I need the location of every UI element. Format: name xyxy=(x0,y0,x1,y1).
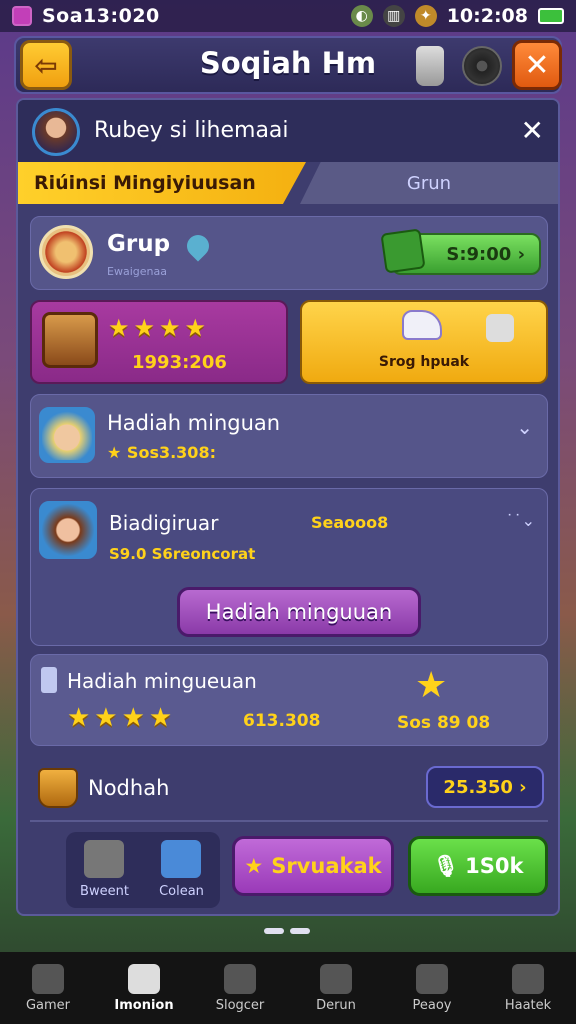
boot-icon xyxy=(486,314,514,342)
claim-weekly-button[interactable]: Hadiah minguuan xyxy=(177,587,421,637)
bucket-title: Nodhah xyxy=(88,776,170,800)
reward-chest-card[interactable]: ★★★★ 1993:206 xyxy=(30,300,288,384)
bucket-row: Nodhah 25.350 › xyxy=(30,754,548,826)
chest-icon xyxy=(42,312,98,368)
member-sub: S9.0 S6reoncorat xyxy=(109,545,256,563)
app-icon xyxy=(12,6,32,26)
bucket-icon xyxy=(38,768,78,808)
weekly2-title: Hadiah mingueuan xyxy=(67,669,257,693)
icon-tile-group: Bweent Colean xyxy=(66,832,220,908)
tab-group[interactable]: Grun xyxy=(300,162,558,204)
tile-colean-label: Colean xyxy=(159,884,204,899)
star-action-label: Srvuakak xyxy=(271,854,382,878)
tab-weekly[interactable]: Riúinsi Mingiyiuusan xyxy=(18,162,306,204)
bucket-value-button[interactable]: 25.350 › xyxy=(426,766,544,808)
nav-derun[interactable]: Derun xyxy=(288,952,384,1024)
tile-colean[interactable]: Colean xyxy=(143,832,220,908)
badge-icon xyxy=(512,963,544,994)
nav-haatek-label: Haatek xyxy=(504,997,552,1013)
bottom-nav: Gamer Imonion Slogcer Derun Peaoy Haatek xyxy=(0,952,576,1024)
nav-haatek[interactable]: Haatek xyxy=(480,952,576,1024)
calendar-icon: ▥ xyxy=(382,5,405,27)
status-time: 10:2:08 xyxy=(446,5,528,27)
close-button[interactable]: ✕ xyxy=(512,40,562,90)
boost-action-label: 1S0k xyxy=(465,854,524,878)
cash-icon xyxy=(380,228,426,274)
weekly2-value-2: Sos 89 08 xyxy=(397,713,491,733)
weekly2-stars: ★★★★ xyxy=(67,703,177,733)
reward-chest-value: 1993:206 xyxy=(132,352,227,373)
home-icon xyxy=(32,963,64,994)
member-tag: Seaooo8 xyxy=(311,513,389,532)
nav-peaoy-label: Peaoy xyxy=(412,997,452,1013)
star-icon: ★ xyxy=(244,854,264,878)
settings-disc-icon[interactable] xyxy=(462,46,502,86)
nav-derun-label: Derun xyxy=(316,997,356,1013)
bottle-icon[interactable] xyxy=(416,46,444,86)
weekly-reward-row[interactable]: Hadiah minguan ★ Sos3.308: ⌄ xyxy=(30,394,548,478)
divider xyxy=(30,820,548,822)
member-avatar xyxy=(39,501,97,559)
member-title: Biadigiruar xyxy=(109,511,219,535)
group-title: Grup xyxy=(107,231,171,257)
weekly-value: ★ Sos3.308: xyxy=(107,443,216,462)
signal-icon: ◐ xyxy=(350,5,373,27)
reward-shoe-card[interactable]: Srog hpuak xyxy=(300,300,548,384)
big-star-icon: ★ xyxy=(415,665,448,706)
weekly-reward-row-2[interactable]: Hadiah mingueuan ★★★★ 613.308 ★ Sos 89 0… xyxy=(30,654,548,746)
guild-badge-icon xyxy=(39,225,93,279)
boost-action-button[interactable]: 🎙 1S0k xyxy=(408,836,548,896)
cube-icon xyxy=(161,840,201,878)
member-card: Biadigiruar Seaooo8 S9.0 S6reoncorat ˙˙⌄… xyxy=(30,488,548,646)
weekly2-value-1: 613.308 xyxy=(243,711,321,731)
sneaker-icon xyxy=(402,310,442,340)
group-price-button[interactable]: S:9:00 › xyxy=(380,228,541,275)
main-panel: Rubey si lihemaai ✕ Riúinsi Mingiyiuusan… xyxy=(16,98,560,916)
panel-subheader: Rubey si lihemaai ✕ xyxy=(18,100,558,162)
avatar[interactable] xyxy=(32,108,80,156)
reward-shoe-label: Srog hpuak xyxy=(378,354,470,370)
page-indicator xyxy=(264,928,310,934)
top-header: ⇦ Soqiah Hm ✕ xyxy=(14,36,562,94)
nav-shop-label: Slogcer xyxy=(215,997,265,1013)
more-icon[interactable]: ˙˙⌄ xyxy=(506,511,535,530)
subheader-title: Rubey si lihemaai xyxy=(94,118,289,143)
location-pin-icon xyxy=(182,230,214,262)
robot-icon xyxy=(84,840,124,878)
battery-icon xyxy=(538,8,564,24)
player-avatar xyxy=(39,407,95,463)
house-icon xyxy=(128,963,160,994)
tile-bweent[interactable]: Bweent xyxy=(66,832,143,908)
group-price-label: S:9:00 xyxy=(446,243,512,265)
microphone-icon: 🎙 xyxy=(432,853,460,878)
weekly-value-text: Sos3.308: xyxy=(126,443,216,462)
square-icon xyxy=(416,963,448,994)
close-icon: ✕ xyxy=(524,47,550,83)
document-icon xyxy=(41,667,57,693)
group-card[interactable]: Grup Ewaigenaa S:9:00 › xyxy=(30,216,548,290)
nav-home[interactable]: Gamer xyxy=(0,952,96,1024)
tab-bar: Riúinsi Mingiyiuusan Grun xyxy=(18,162,558,204)
group-subtitle: Ewaigenaa xyxy=(107,265,167,278)
status-bar: Soa13:020 ◐ ▥ ✦ 10:2:08 xyxy=(0,0,576,32)
nav-mission-label: Imonion xyxy=(114,997,174,1013)
feather-icon xyxy=(320,963,352,994)
nav-home-label: Gamer xyxy=(25,997,71,1013)
star-rating: ★★★★ xyxy=(108,314,211,342)
star-action-button[interactable]: ★ Srvuakak xyxy=(232,836,394,896)
status-left-text: Soa13:020 xyxy=(42,5,160,27)
weekly-title: Hadiah minguan xyxy=(107,411,281,435)
leaf-icon: ✦ xyxy=(414,5,437,27)
subheader-close-icon[interactable]: ✕ xyxy=(521,114,544,147)
bucket-value: 25.350 xyxy=(443,776,513,798)
tile-bweent-label: Bweent xyxy=(80,884,129,899)
chest-nav-icon xyxy=(224,963,256,994)
nav-shop[interactable]: Slogcer xyxy=(192,952,288,1024)
nav-mission[interactable]: Imonion xyxy=(96,952,192,1024)
chevron-down-icon[interactable]: ⌄ xyxy=(516,415,533,439)
nav-peaoy[interactable]: Peaoy xyxy=(384,952,480,1024)
